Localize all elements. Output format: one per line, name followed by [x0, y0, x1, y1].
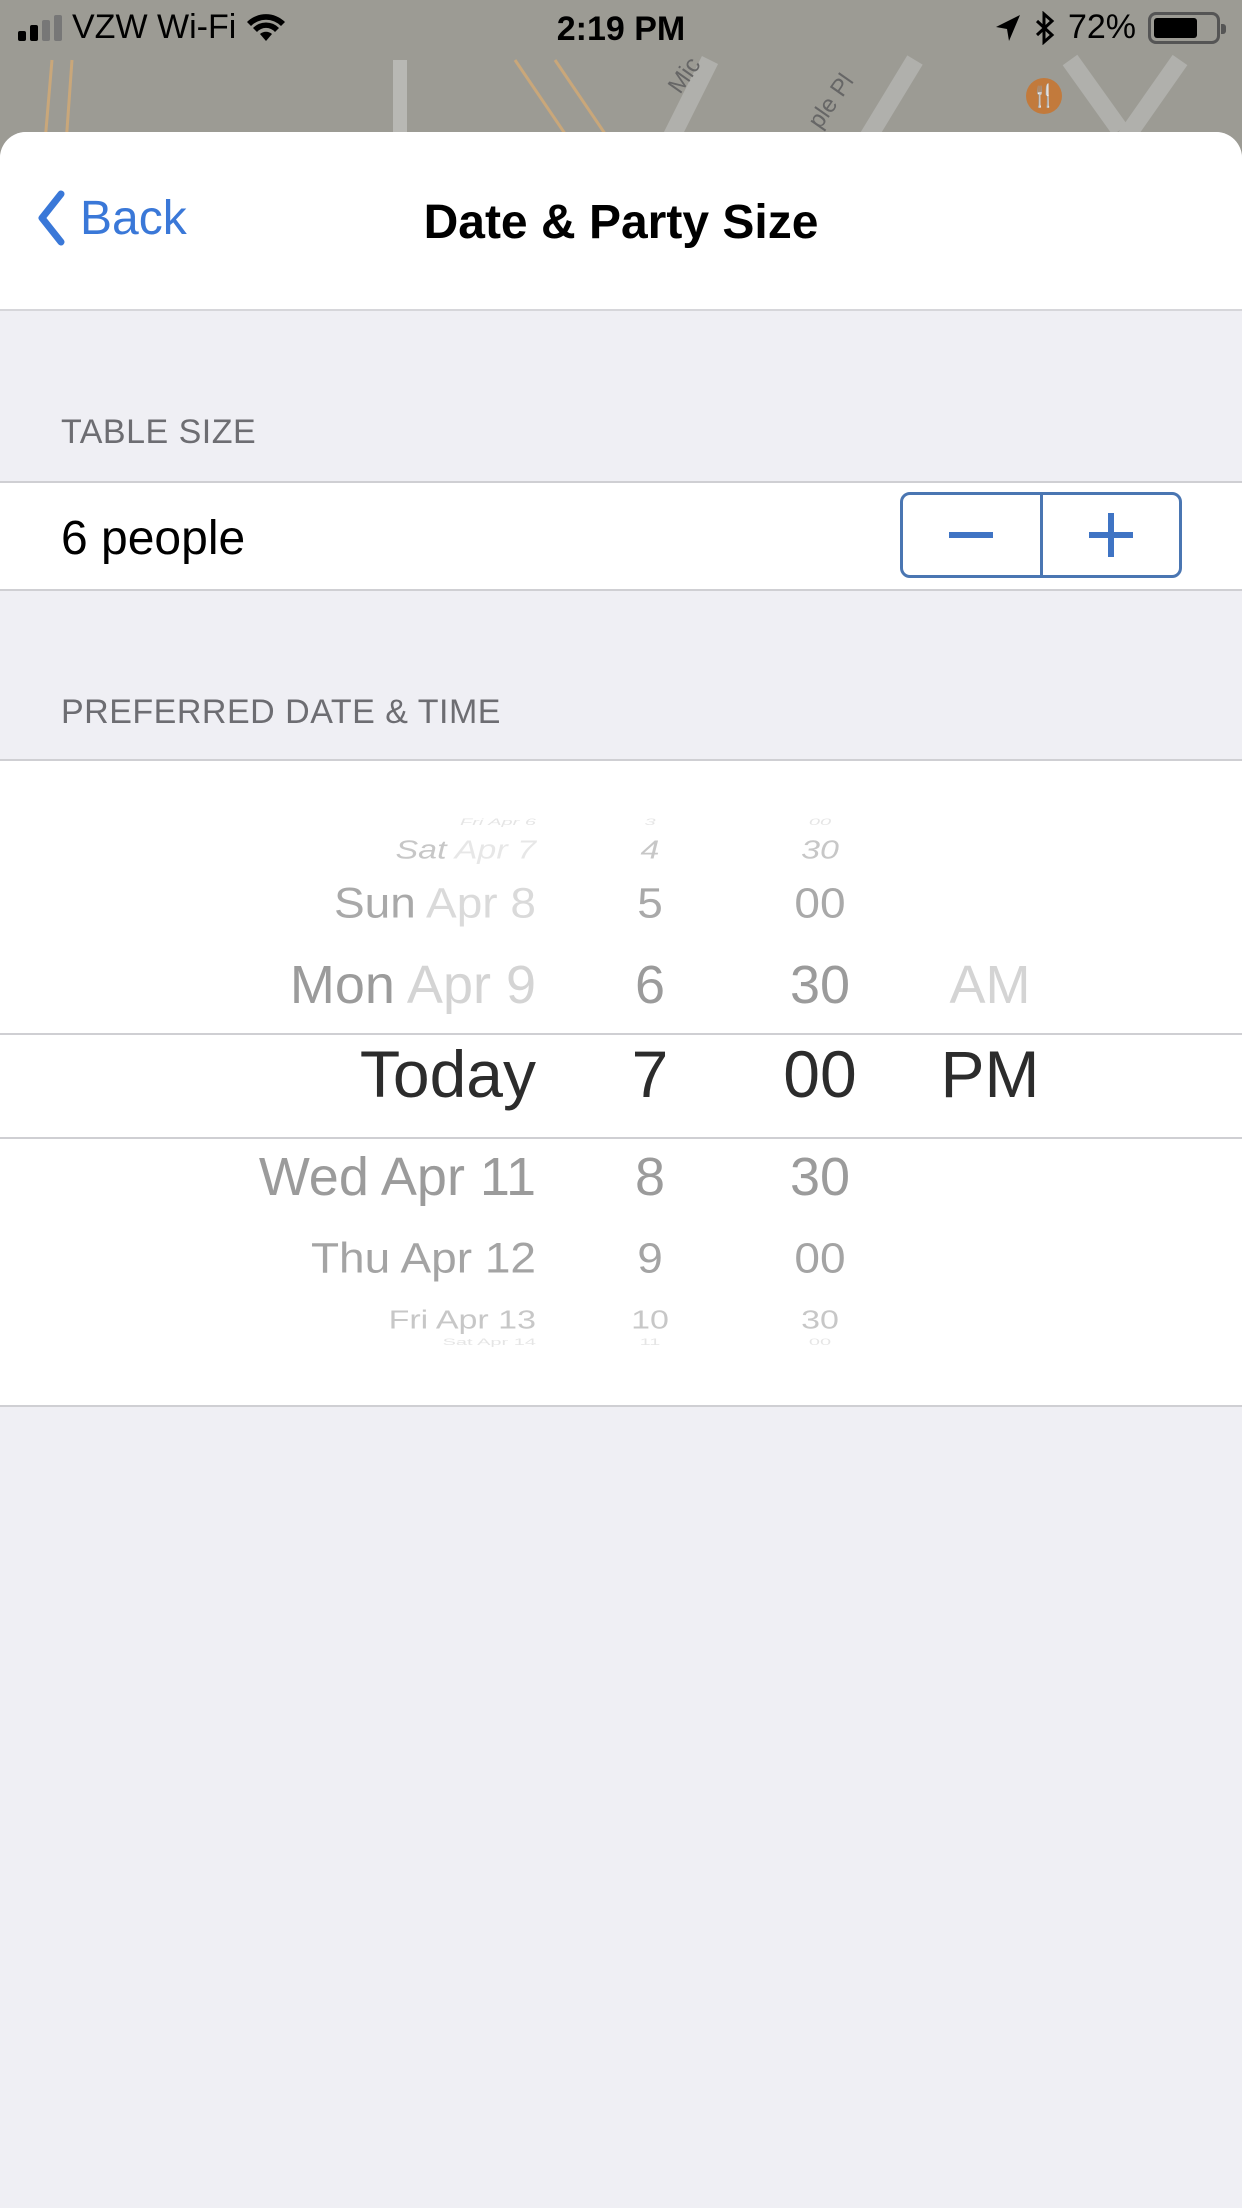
carrier-label: VZW Wi-Fi [72, 8, 237, 46]
picker-column-day[interactable]: Fri Apr 6 Sat Apr 7 Sun Apr 8 Mon Apr 9 Toda… [0, 761, 536, 1405]
page-title: Date & Party Size [423, 196, 819, 249]
picker-day-date: Apr 9 [394, 955, 536, 1015]
picker-day-date: Apr 7 [446, 835, 536, 865]
picker-day-item[interactable]: Fri Apr 6 [460, 817, 536, 827]
date-time-picker[interactable]: Fri Apr 6 Sat Apr 7 Sun Apr 8 Mon Apr 9 Toda… [0, 759, 1242, 1407]
picker-day-name: Fri [388, 1305, 429, 1335]
party-size-stepper[interactable] [900, 492, 1182, 578]
date-party-size-sheet: Back Date & Party Size TABLE SIZE 6 peop… [0, 132, 1242, 2208]
picker-ampm-item[interactable]: PM [941, 1036, 1040, 1112]
battery-percent: 72% [1067, 8, 1136, 46]
picker-day-name: Sun [333, 879, 416, 927]
location-arrow-icon [995, 14, 1020, 41]
picker-minute-item[interactable]: 00 [809, 1337, 831, 1347]
picker-hour-item[interactable]: 8 [635, 1146, 665, 1208]
picker-hour-item[interactable]: 3 [644, 817, 655, 827]
picker-day-date: Apr 14 [472, 1337, 536, 1348]
bluetooth-icon [1035, 10, 1055, 45]
picker-minute-item[interactable]: 30 [790, 1146, 850, 1208]
picker-day-item[interactable]: Wed Apr 11 [259, 1146, 536, 1208]
picker-day-item[interactable]: Sat Apr 7 [396, 836, 537, 865]
restaurant-icon: 🍴 [1026, 78, 1062, 114]
picker-day-item[interactable]: Today [360, 1036, 536, 1112]
picker-day-name: Sat [395, 835, 447, 865]
picker-day-date: Apr 8 [415, 879, 536, 927]
picker-minute-item[interactable]: 00 [809, 817, 831, 827]
picker-hour-item[interactable]: 9 [637, 1233, 663, 1283]
table-size-header: TABLE SIZE [61, 413, 257, 451]
picker-day-name: Mon [289, 955, 395, 1015]
picker-day-name: Thu [310, 1234, 391, 1282]
picker-column-minute[interactable]: 00 30 00 30 00 30 00 30 00 [760, 761, 880, 1405]
battery-icon [1148, 11, 1226, 44]
picker-minute-item[interactable]: 30 [801, 836, 839, 865]
picker-minute-item[interactable]: 30 [790, 954, 850, 1016]
picker-day-name: Sat [442, 1337, 473, 1348]
plus-icon [1088, 513, 1133, 557]
picker-day-date: Apr 11 [368, 1147, 536, 1207]
picker-hour-item[interactable]: 11 [640, 1337, 661, 1347]
picker-day-item[interactable]: Sun Apr 8 [334, 878, 536, 928]
picker-hour-item[interactable]: 6 [635, 954, 665, 1016]
picker-day-date: Apr 13 [428, 1305, 536, 1335]
decrement-button[interactable] [903, 495, 1040, 575]
date-time-header: PREFERRED DATE & TIME [61, 693, 501, 731]
picker-hour-item[interactable]: 7 [632, 1036, 669, 1112]
party-size-value: 6 people [61, 512, 246, 565]
picker-day-name: Today [359, 1037, 536, 1111]
picker-day-item[interactable]: Sat Apr 14 [443, 1337, 536, 1347]
navigation-bar: Back Date & Party Size [0, 132, 1242, 311]
picker-day-date: Apr 12 [390, 1234, 536, 1282]
increment-button[interactable] [1039, 495, 1180, 575]
picker-day-name: Wed [258, 1147, 369, 1207]
picker-hour-item[interactable]: 5 [637, 878, 663, 928]
picker-day-item[interactable]: Thu Apr 12 [311, 1233, 536, 1283]
picker-day-name: Fri [460, 817, 484, 828]
picker-minute-item[interactable]: 30 [801, 1306, 839, 1335]
signal-icon [18, 14, 62, 41]
picker-minute-item[interactable]: 00 [783, 1036, 856, 1112]
status-bar: VZW Wi-Fi 2:19 PM 72% [0, 0, 1242, 60]
picker-day-date: Apr 6 [483, 817, 536, 828]
picker-day-item[interactable]: Fri Apr 13 [389, 1306, 536, 1335]
picker-minute-item[interactable]: 00 [794, 878, 845, 928]
picker-minute-item[interactable]: 00 [794, 1233, 845, 1283]
picker-hour-item[interactable]: 10 [631, 1306, 669, 1335]
minus-icon [949, 532, 994, 538]
picker-ampm-item[interactable]: AM [950, 954, 1031, 1016]
picker-column-ampm[interactable]: AM PM [920, 761, 1060, 1405]
picker-day-item[interactable]: Mon Apr 9 [290, 954, 536, 1016]
picker-column-hour[interactable]: 3 4 5 6 7 8 9 10 11 [595, 761, 705, 1405]
wifi-icon [247, 13, 286, 41]
picker-hour-item[interactable]: 4 [641, 836, 660, 865]
party-size-row: 6 people [0, 481, 1242, 591]
svg-text:ple Pl: ple Pl [803, 69, 860, 134]
